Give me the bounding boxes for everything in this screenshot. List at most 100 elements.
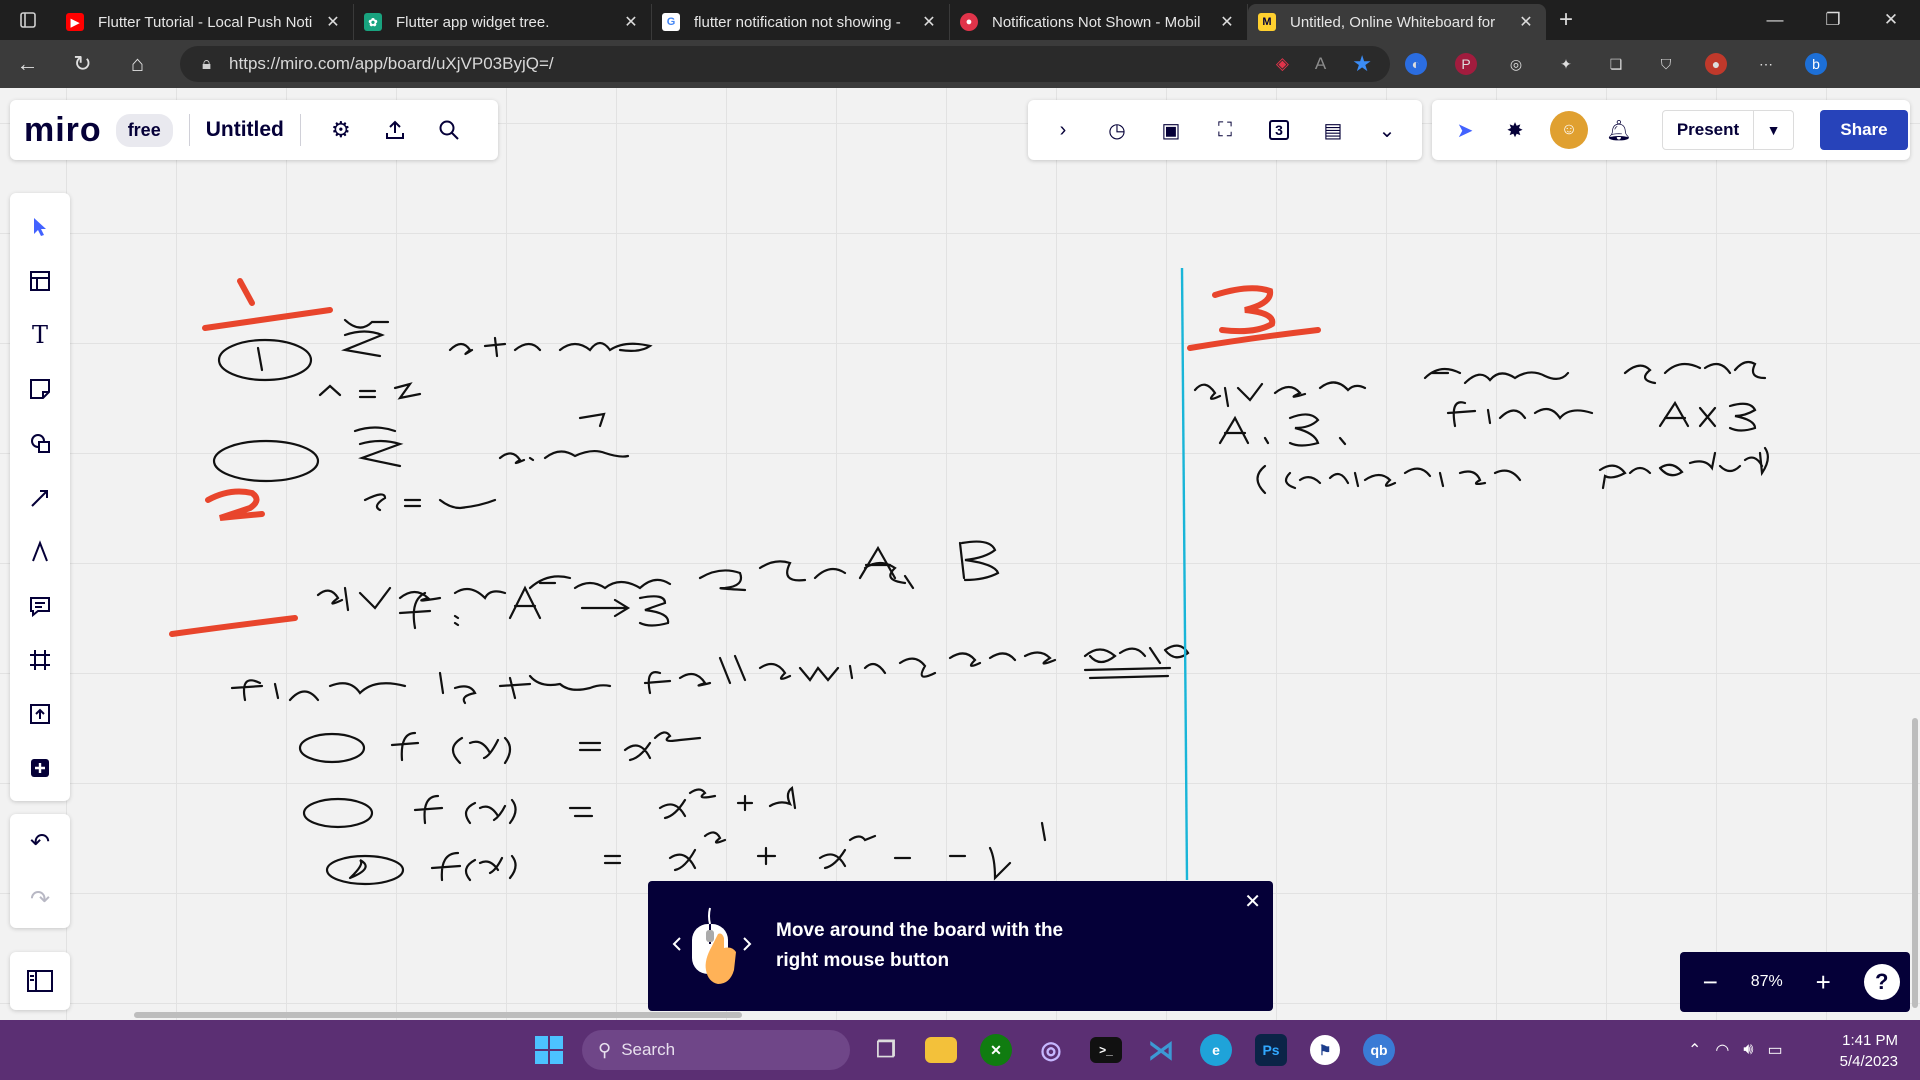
puzzle-icon[interactable]: ✦ — [1555, 53, 1577, 75]
zoom-out-icon[interactable]: − — [1690, 967, 1730, 998]
edge-icon[interactable]: e — [1200, 1034, 1232, 1066]
minimize-icon[interactable]: — — [1746, 10, 1804, 30]
avatar-icon[interactable]: ● — [1705, 53, 1727, 75]
bell-icon[interactable]: 🔔︎ — [1602, 113, 1636, 147]
board-title[interactable]: Untitled — [206, 118, 284, 142]
export-upload-icon[interactable] — [375, 110, 415, 150]
settings-gear-icon[interactable]: ⚙ — [321, 110, 361, 150]
proton-icon[interactable]: ◎ — [1029, 1028, 1073, 1072]
voting-icon[interactable]: ▣ — [1154, 113, 1188, 147]
cursor-reactions-icon[interactable]: ➤ — [1448, 113, 1482, 147]
timer-icon[interactable]: ◷ — [1100, 113, 1134, 147]
close-icon[interactable]: ✕ — [1244, 889, 1261, 914]
windows-start-icon[interactable] — [527, 1028, 571, 1072]
restore-icon[interactable]: ❐ — [1804, 10, 1862, 30]
browser-tab-3[interactable]: G flutter notification not showing - ✕ — [652, 4, 950, 40]
new-tab-button[interactable]: + — [1546, 6, 1586, 34]
close-icon[interactable]: ✕ — [323, 12, 343, 32]
extension-icon[interactable]: ◎ — [1505, 53, 1527, 75]
ink-word-a-n — [498, 412, 630, 465]
undo-redo-panel: ↶ ↷ — [10, 814, 70, 928]
ink-AxB — [1658, 400, 1757, 432]
focus-icon[interactable]: ⛶ — [1208, 113, 1242, 147]
plan-badge[interactable]: free — [115, 113, 173, 147]
ink-word-following — [643, 654, 937, 695]
read-aloud-icon[interactable]: A — [1315, 54, 1326, 74]
connection-line-icon[interactable] — [18, 476, 62, 519]
help-button[interactable]: ? — [1863, 964, 1900, 1000]
favorite-star-icon[interactable]: ★ — [1352, 51, 1372, 77]
share-button[interactable]: Share — [1820, 110, 1908, 150]
url-text: https://miro.com/app/board/uXjVP03ByjQ=/ — [229, 54, 554, 73]
xbox-icon[interactable]: ✕ — [980, 1034, 1012, 1066]
tab-actions-icon[interactable] — [0, 0, 56, 40]
templates-icon[interactable] — [18, 259, 62, 302]
back-icon[interactable]: ← — [0, 51, 55, 77]
taskbar-search[interactable]: ⚲ Search — [582, 1030, 850, 1070]
more-apps-plus-icon[interactable] — [18, 747, 62, 790]
zoom-level[interactable]: 87% — [1751, 973, 1783, 991]
refresh-icon[interactable]: ↻ — [55, 51, 110, 77]
notes-icon[interactable]: ▤ — [1316, 113, 1350, 147]
vertical-scrollbar[interactable] — [1912, 718, 1918, 1008]
frame-icon[interactable] — [18, 639, 62, 682]
close-icon[interactable]: ✕ — [1516, 12, 1536, 32]
chevron-down-icon[interactable]: ▼ — [1754, 110, 1794, 150]
redo-icon[interactable]: ↷ — [18, 878, 62, 922]
sticky-note-icon[interactable] — [18, 368, 62, 411]
qbittorrent-icon[interactable]: qb — [1363, 1034, 1395, 1066]
ink-word-find — [230, 679, 407, 702]
file-explorer-icon[interactable] — [925, 1037, 957, 1063]
comment-icon[interactable] — [18, 584, 62, 627]
terminal-icon[interactable]: >_ — [1090, 1037, 1122, 1063]
shield-icon[interactable]: ⛉ — [1655, 53, 1677, 75]
tracking-prevention-icon[interactable]: ◈ — [1276, 54, 1289, 74]
frames-panel-toggle[interactable] — [10, 952, 70, 1010]
vscode-icon[interactable]: ⋊ — [1139, 1028, 1183, 1072]
browser-tab-2[interactable]: ✿ Flutter app widget tree. ✕ — [354, 4, 652, 40]
ink-word-two — [528, 575, 672, 590]
close-icon[interactable]: ✕ — [1217, 12, 1237, 32]
close-icon[interactable]: ✕ — [919, 12, 939, 32]
bing-icon[interactable]: b — [1805, 53, 1827, 75]
taskbar-clock[interactable]: 1:41 PM 5/4/2023 — [1840, 1030, 1898, 1072]
extension-icon[interactable]: P — [1455, 53, 1477, 75]
chevron-up-icon[interactable]: ⌃ — [1688, 1040, 1701, 1060]
browser-tab-5-active[interactable]: M Untitled, Online Whiteboard for ✕ — [1248, 4, 1546, 40]
window-controls: — ❐ ✕ — [1746, 10, 1920, 30]
undo-icon[interactable]: ↶ — [18, 821, 62, 865]
avatar[interactable]: ☺ — [1550, 111, 1588, 149]
home-icon[interactable]: ⌂ — [110, 51, 165, 77]
horizontal-scrollbar[interactable] — [134, 1012, 742, 1018]
search-icon[interactable] — [429, 110, 469, 150]
miro-logo[interactable]: miro — [24, 111, 102, 150]
chevron-double-down-icon[interactable]: ⌄ — [1370, 113, 1404, 147]
search-icon: ⚲ — [598, 1039, 612, 1060]
ink-number-3 — [1212, 285, 1276, 335]
wifi-icon[interactable]: ◠ — [1715, 1040, 1729, 1060]
task-view-icon[interactable]: ❐ — [864, 1028, 908, 1072]
more-icon[interactable]: ⋯ — [1755, 53, 1777, 75]
photoshop-icon[interactable]: Ps — [1255, 1034, 1287, 1066]
whiteboard-canvas[interactable]: miro free Untitled ⚙ › ◷ ▣ ⛶ 3 ▤ ⌄ ➤ ✸ ☺… — [0, 88, 1920, 1020]
present-button[interactable]: Present — [1662, 110, 1754, 150]
pen-icon[interactable] — [18, 530, 62, 573]
url-field[interactable]: 🔒︎ https://miro.com/app/board/uXjVP03Byj… — [180, 46, 1390, 82]
close-icon[interactable]: ✕ — [621, 12, 641, 32]
browser-tab-4[interactable]: ● Notifications Not Shown - Mobil ✕ — [950, 4, 1248, 40]
upload-icon[interactable] — [18, 693, 62, 736]
battery-icon[interactable]: ▭ — [1767, 1040, 1782, 1060]
celebrate-icon[interactable]: ✸ — [1498, 113, 1532, 147]
browser-tab-1[interactable]: ▶ Flutter Tutorial - Local Push Noti ✕ — [56, 4, 354, 40]
chevron-right-icon[interactable]: › — [1046, 113, 1080, 147]
app-icon[interactable]: ⚑ — [1310, 1035, 1340, 1065]
counter-badge[interactable]: 3 — [1262, 113, 1296, 147]
shapes-icon[interactable] — [18, 422, 62, 465]
zoom-in-icon[interactable]: + — [1803, 967, 1843, 998]
select-cursor-icon[interactable] — [18, 205, 62, 248]
volume-icon[interactable]: 🔊︎ — [1743, 1041, 1753, 1059]
extension-icon[interactable]: ◐ — [1405, 53, 1427, 75]
collections-icon[interactable]: ❏ — [1605, 53, 1627, 75]
close-window-icon[interactable]: ✕ — [1862, 10, 1920, 30]
text-tool-icon[interactable]: T — [18, 313, 62, 356]
